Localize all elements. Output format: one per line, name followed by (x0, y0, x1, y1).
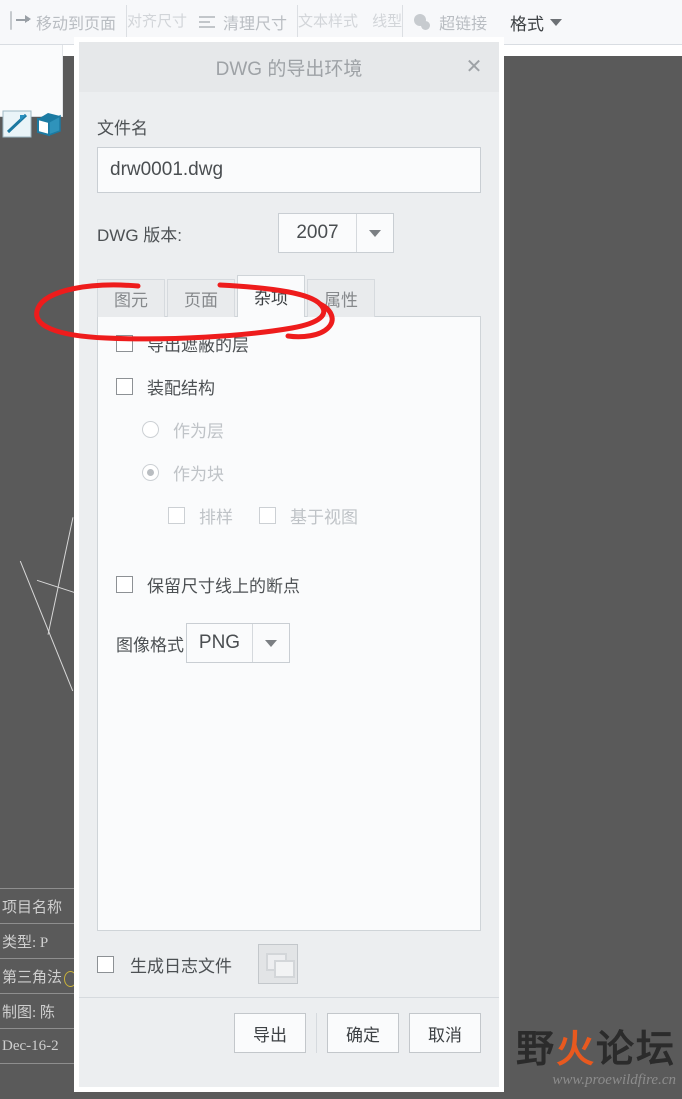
drawing-line (19, 560, 74, 692)
ribbon-item-label: 线型 (372, 13, 403, 31)
image-format-label: 图像格式 (116, 635, 184, 655)
dwg-version-value: 2007 (296, 222, 339, 243)
checkbox-assembly-structure[interactable] (116, 378, 133, 395)
chevron-down-icon[interactable] (550, 18, 562, 26)
ribbon-item-label: 格式 (510, 14, 544, 34)
clean-dimension-icon (197, 13, 217, 31)
log-file-label: 生成日志文件 (130, 956, 232, 976)
title-block-row: 第三角法 (0, 958, 78, 993)
export-button[interactable]: 导出 (234, 1013, 306, 1053)
tab-panel-misc: 导出遮蔽的层 装配结构 作为层 作为块 排样 基于视图 保留尺寸线上的断点 图像… (97, 316, 481, 931)
window-copy-icon (258, 944, 298, 984)
cancel-button[interactable]: 取消 (409, 1013, 481, 1053)
chevron-down-icon[interactable] (356, 214, 393, 252)
image-format-value: PNG (198, 632, 241, 653)
dwg-version-label: DWG 版本: (97, 225, 182, 245)
image-format-select[interactable]: PNG (186, 623, 290, 663)
button-separator (316, 1013, 317, 1053)
tab-label: 图元 (114, 291, 148, 310)
export-button-label: 导出 (253, 1025, 287, 1045)
chevron-down-icon[interactable] (252, 624, 289, 662)
ok-button-label: 确定 (346, 1025, 380, 1045)
checkbox-nesting (168, 507, 185, 524)
dialog-title-bar[interactable]: DWG 的导出环境 ✕ (79, 42, 499, 92)
tab-properties[interactable]: 属性 (307, 279, 375, 317)
image-format-row: 图像格式 PNG (116, 623, 462, 663)
move-to-page-icon (10, 11, 30, 32)
option-as-layer: 作为层 (142, 417, 462, 442)
tab-label: 杂项 (254, 289, 288, 308)
option-label: 作为块 (173, 465, 224, 484)
option-label: 排样 (199, 508, 233, 527)
tab-misc[interactable]: 杂项 (237, 275, 305, 317)
sketch-tool-icon[interactable] (2, 110, 32, 143)
option-label: 装配结构 (147, 379, 215, 398)
ribbon-item-label: 超链接 (439, 16, 488, 33)
title-block-cell: 第三角法 (2, 969, 63, 986)
option-as-block: 作为块 (142, 460, 462, 485)
title-block-row: 项目名称 (0, 888, 78, 923)
checkbox-keep-breaks[interactable] (116, 576, 133, 593)
tab-graphics[interactable]: 图元 (97, 279, 165, 317)
ribbon-item-label: 文本样式 (298, 13, 359, 31)
checkbox-export-blanked-layers[interactable] (116, 335, 133, 352)
title-block-row: 类型: P (0, 923, 78, 958)
tab-page[interactable]: 页面 (167, 279, 235, 317)
filename-input[interactable] (97, 147, 481, 193)
cancel-button-label: 取消 (428, 1025, 462, 1045)
tab-bar[interactable]: 图元 页面 杂项 属性 (97, 275, 481, 317)
ribbon-item-label: 移动到页面 (36, 16, 117, 33)
tab-label: 属性 (324, 291, 358, 310)
option-keep-breaks[interactable]: 保留尺寸线上的断点 (116, 572, 462, 597)
radio-as-layer (142, 421, 159, 438)
title-block-row: 制图: 陈 (0, 993, 78, 1028)
dwg-export-environment-dialog[interactable]: DWG 的导出环境 ✕ 文件名 DWG 版本: 2007 图元 页面 杂项 属性… (74, 37, 504, 1092)
log-file-row: 生成日志文件 (79, 931, 499, 997)
option-label: 保留尺寸线上的断点 (147, 577, 300, 596)
ribbon-item-format[interactable]: 格式 (500, 0, 682, 44)
tab-label: 页面 (184, 291, 218, 310)
option-assembly-structure[interactable]: 装配结构 (116, 374, 462, 399)
radio-as-block (142, 464, 159, 481)
title-block-cell: 类型: P (2, 934, 49, 951)
hyperlink-icon (413, 13, 433, 31)
dialog-title: DWG 的导出环境 (215, 58, 363, 80)
left-toolbar[interactable] (0, 44, 63, 138)
option-nesting-viewbased-row: 排样 基于视图 (168, 503, 462, 528)
dwg-version-select[interactable]: 2007 (278, 213, 394, 253)
drawing-line (47, 517, 74, 635)
checkbox-view-based (259, 507, 276, 524)
dialog-button-bar: 导出 确定 取消 (79, 997, 499, 1068)
option-label: 作为层 (173, 422, 224, 441)
option-label: 基于视图 (290, 508, 358, 527)
checkbox-generate-log-file[interactable] (97, 955, 114, 973)
option-label: 导出遮蔽的层 (147, 336, 249, 355)
ribbon-item-label: 清理尺寸 (223, 16, 288, 33)
title-block-row: Dec-16-2 (0, 1028, 78, 1064)
option-export-blanked-layers[interactable]: 导出遮蔽的层 (116, 331, 462, 356)
3d-model-icon[interactable] (34, 110, 64, 143)
title-block-cell: 制图: 陈 (2, 1004, 55, 1021)
filename-label: 文件名 (97, 119, 148, 138)
dialog-body: 文件名 DWG 版本: 2007 图元 页面 杂项 属性 导出遮蔽的层 装配结构 (79, 114, 499, 931)
close-icon[interactable]: ✕ (463, 56, 485, 78)
ok-button[interactable]: 确定 (327, 1013, 399, 1053)
dwg-version-row: DWG 版本: 2007 (97, 213, 481, 253)
drawing-title-block: 项目名称 类型: P 第三角法 制图: 陈 Dec-16-2 (0, 888, 78, 1064)
ribbon-item-label: 对齐尺寸 (127, 13, 188, 31)
title-block-cell: 项目名称 (2, 899, 63, 916)
title-block-cell: Dec-16-2 (2, 1037, 59, 1054)
